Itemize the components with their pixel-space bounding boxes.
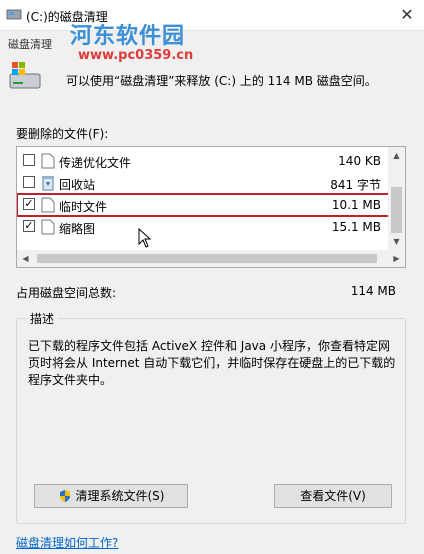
file-size: 15.1 MB	[331, 220, 381, 234]
total-space-value: 114 MB	[350, 284, 396, 298]
total-space-label: 占用磁盘空间总数:	[16, 286, 117, 300]
file-size: 140 KB	[338, 154, 381, 168]
file-icon	[41, 153, 55, 169]
horizontal-scroll-thumb[interactable]	[37, 254, 377, 263]
drive-icon	[9, 62, 41, 89]
description-text: 已下载的程序文件包括 ActiveX 控件和 Java 小程序，你查看特定网页时…	[28, 339, 396, 387]
uac-shield-icon	[59, 490, 70, 502]
window-title: (C:)的磁盘清理	[26, 10, 108, 24]
file-name: 传递优化文件	[59, 156, 132, 170]
recycle-bin-icon	[42, 176, 54, 191]
disk-cleanup-icon	[6, 9, 22, 20]
scroll-right-arrow-icon[interactable]: ▶	[388, 250, 405, 267]
tab-disk-cleanup[interactable]: 磁盘清理	[8, 36, 56, 51]
description-title: 描述	[26, 310, 59, 327]
intro-text: 可以使用“磁盘清理”来释放 (C:) 上的 114 MB 磁盘空间。	[66, 74, 377, 88]
files-listbox[interactable]: 传递优化文件 140 KB 回收站 841 字节 ✓ 临时文件 10.1 MB …	[16, 146, 406, 268]
vertical-scrollbar[interactable]: ▲ ▼	[388, 147, 405, 250]
file-row-recycle-bin[interactable]: 回收站 841 字节	[17, 172, 389, 194]
file-row-thumbnails[interactable]: ✓ 缩略图 15.1 MB	[17, 216, 389, 238]
close-button[interactable]: ✕	[396, 4, 418, 26]
scroll-up-arrow-icon[interactable]: ▲	[388, 147, 405, 164]
file-checkbox[interactable]	[23, 154, 35, 166]
files-to-delete-label: 要删除的文件(F):	[16, 127, 109, 141]
vertical-scroll-thumb[interactable]	[391, 187, 402, 233]
file-size: 841 字节	[330, 178, 381, 192]
scroll-down-arrow-icon[interactable]: ▼	[388, 233, 405, 250]
file-size: 10.1 MB	[331, 198, 381, 212]
file-icon	[41, 219, 55, 235]
cleanup-system-files-label: 清理系统文件(S)	[75, 489, 165, 503]
file-rows: 传递优化文件 140 KB 回收站 841 字节 ✓ 临时文件 10.1 MB …	[17, 147, 390, 250]
file-name: 缩略图	[59, 222, 96, 236]
title-bar: (C:)的磁盘清理 ✕	[0, 0, 424, 31]
file-name: 临时文件	[59, 200, 108, 214]
file-name: 回收站	[59, 178, 96, 192]
mouse-cursor-icon	[138, 228, 152, 248]
file-checkbox[interactable]: ✓	[23, 220, 35, 232]
horizontal-scrollbar[interactable]: ◀ ▶	[17, 250, 405, 267]
help-link[interactable]: 磁盘清理如何工作?	[16, 534, 118, 551]
file-checkbox[interactable]: ✓	[23, 198, 35, 210]
file-icon	[41, 197, 55, 213]
file-checkbox[interactable]	[23, 176, 35, 188]
view-files-button[interactable]: 查看文件(V)	[274, 484, 392, 508]
cleanup-system-files-button[interactable]: 清理系统文件(S)	[34, 484, 188, 508]
file-row-temporary-files[interactable]: ✓ 临时文件 10.1 MB	[17, 193, 390, 217]
scroll-left-arrow-icon[interactable]: ◀	[17, 250, 34, 267]
watermark-url: www.pc0359.cn	[78, 48, 194, 63]
file-row-delivery-optimization[interactable]: 传递优化文件 140 KB	[17, 150, 389, 172]
